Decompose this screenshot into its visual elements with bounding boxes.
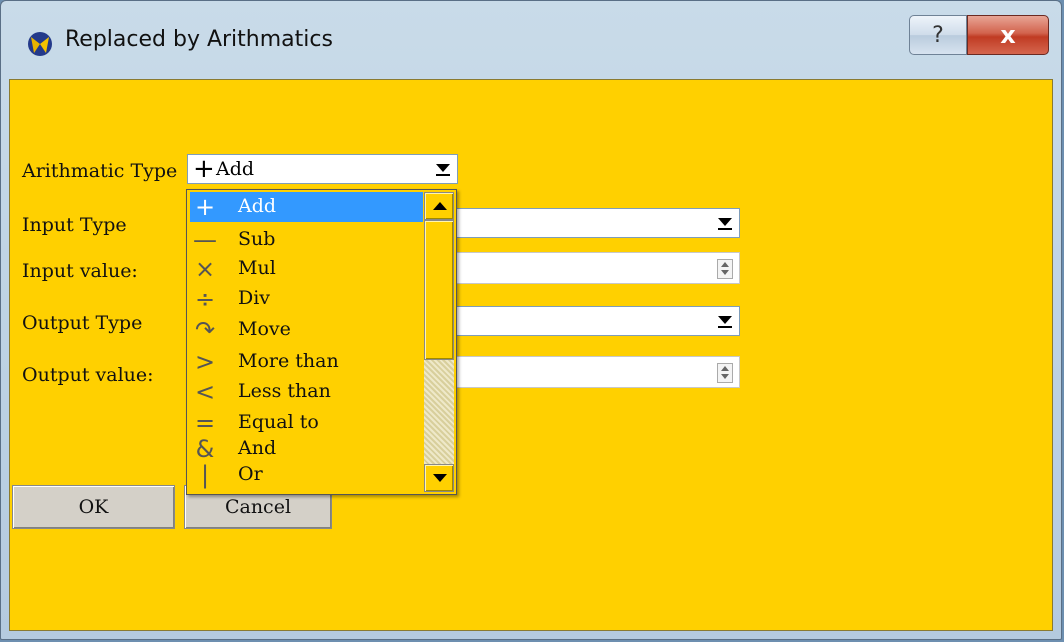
scroll-up-button[interactable] bbox=[424, 192, 454, 220]
ok-button[interactable]: OK bbox=[12, 485, 175, 529]
less-than-icon: < bbox=[194, 378, 216, 406]
cancel-button-label: Cancel bbox=[224, 496, 292, 518]
dropdown-item-label: More than bbox=[238, 350, 339, 372]
arithmatic-type-select[interactable]: + Add bbox=[187, 154, 458, 184]
output-value-field[interactable] bbox=[454, 356, 740, 388]
input-type-select[interactable] bbox=[454, 208, 740, 238]
input-value-label: Input value: bbox=[22, 260, 138, 282]
dialog-window: Replaced by Arithmatics ? x Arithmatic T… bbox=[0, 0, 1062, 640]
greater-than-icon: > bbox=[194, 348, 216, 376]
ok-button-label: OK bbox=[78, 496, 109, 518]
close-icon: x bbox=[1000, 21, 1016, 49]
scroll-down-button[interactable] bbox=[424, 464, 454, 492]
dropdown-item-add[interactable]: + Add bbox=[190, 192, 423, 222]
divide-icon: ÷ bbox=[194, 285, 216, 313]
add-icon: + bbox=[193, 154, 215, 184]
dropdown-item-label: Less than bbox=[238, 380, 331, 402]
dialog-body: Arithmatic Type + Add Input Type Input v… bbox=[9, 79, 1053, 631]
dropdown-item-label: Sub bbox=[238, 228, 276, 250]
dropdown-scrollbar[interactable] bbox=[424, 192, 454, 492]
title-bar: Replaced by Arithmatics ? x bbox=[1, 1, 1061, 79]
dropdown-item-label: Add bbox=[238, 195, 277, 217]
dropdown-item-less-than[interactable]: < Less than bbox=[190, 377, 423, 407]
times-icon: × bbox=[194, 255, 216, 283]
scrollbar-thumb[interactable] bbox=[424, 220, 454, 360]
output-type-label: Output Type bbox=[22, 312, 143, 334]
close-button[interactable]: x bbox=[967, 15, 1049, 55]
arithmatic-type-dropdown-list[interactable]: + Add — Sub × Mul ÷ Div ↷ Move > More than < Less tha… bbox=[186, 189, 457, 495]
dropdown-item-label: Mul bbox=[238, 257, 276, 279]
spinner-icon[interactable] bbox=[717, 363, 733, 383]
dropdown-item-label: Equal to bbox=[238, 411, 319, 433]
help-icon: ? bbox=[932, 22, 944, 48]
arithmatic-type-label: Arithmatic Type bbox=[22, 160, 178, 182]
arrow-icon: ↷ bbox=[194, 316, 216, 344]
dropdown-item-label: Or bbox=[238, 463, 263, 485]
chevron-down-icon[interactable] bbox=[717, 314, 733, 330]
dropdown-item-more-than[interactable]: > More than bbox=[190, 347, 423, 377]
input-type-label: Input Type bbox=[22, 214, 127, 236]
dropdown-item-label: Div bbox=[238, 287, 271, 309]
window-title: Replaced by Arithmatics bbox=[65, 27, 333, 52]
pipe-icon: | bbox=[200, 461, 210, 489]
dropdown-item-label: Move bbox=[238, 318, 291, 340]
chevron-down-icon[interactable] bbox=[435, 162, 451, 178]
minus-icon: — bbox=[193, 226, 217, 254]
chevron-down-icon[interactable] bbox=[717, 216, 733, 232]
spinner-icon[interactable] bbox=[717, 259, 733, 279]
dropdown-item-div[interactable]: ÷ Div bbox=[190, 284, 423, 314]
help-button[interactable]: ? bbox=[909, 15, 967, 55]
output-type-select[interactable] bbox=[454, 306, 740, 336]
dropdown-item-sub[interactable]: — Sub bbox=[190, 225, 423, 255]
dropdown-item-move[interactable]: ↷ Move bbox=[190, 315, 423, 345]
app-icon bbox=[28, 32, 52, 56]
input-value-field[interactable] bbox=[454, 252, 740, 284]
arithmatic-type-value: Add bbox=[216, 158, 255, 180]
dropdown-item-label: And bbox=[238, 437, 277, 459]
output-value-label: Output value: bbox=[22, 364, 154, 386]
plus-icon: + bbox=[194, 193, 216, 221]
dropdown-item-or[interactable]: | Or bbox=[190, 460, 423, 490]
dropdown-item-mul[interactable]: × Mul bbox=[190, 254, 423, 284]
